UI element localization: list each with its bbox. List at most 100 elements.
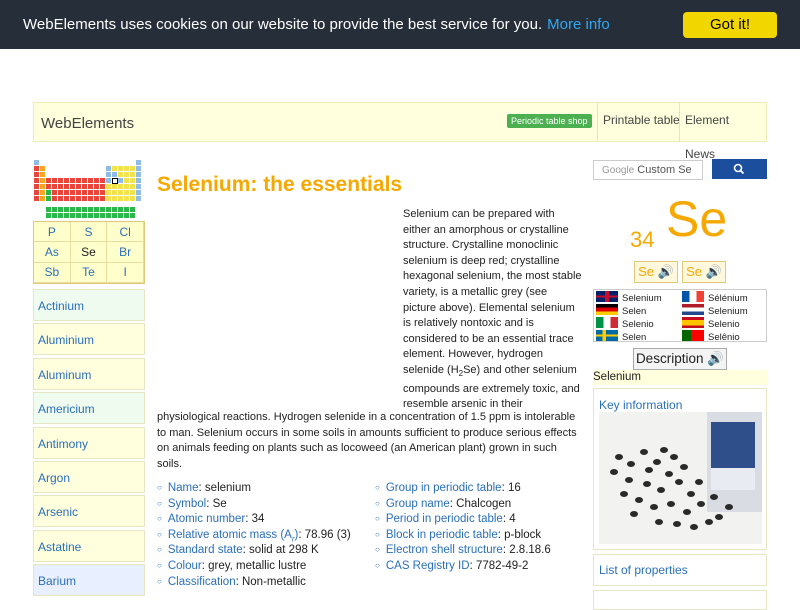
- mini-pt-cell[interactable]: [34, 196, 39, 201]
- mini-pt-cell[interactable]: [76, 178, 81, 183]
- mini-pt-cell[interactable]: [118, 207, 123, 213]
- mini-pt-cell[interactable]: [106, 207, 111, 213]
- mini-pt-cell[interactable]: [106, 172, 111, 177]
- mini-pt-cell[interactable]: [124, 207, 129, 213]
- mini-pt-cell[interactable]: [70, 213, 75, 219]
- mini-pt-cell[interactable]: [118, 196, 123, 201]
- mini-pt-cell[interactable]: [112, 196, 117, 201]
- mini-pt-cell[interactable]: [124, 166, 129, 171]
- pronounce-button-1[interactable]: Se 🔊: [634, 261, 678, 283]
- description-audio-button[interactable]: Description 🔊: [633, 348, 727, 370]
- mini-pt-cell[interactable]: [52, 190, 57, 195]
- mini-pt-cell[interactable]: [112, 190, 117, 195]
- mini-pt-cell[interactable]: [34, 172, 39, 177]
- mini-pt-cell[interactable]: [88, 178, 93, 183]
- mini-pt-cell[interactable]: [112, 213, 117, 219]
- search-button[interactable]: [712, 159, 767, 179]
- mini-pt-cell[interactable]: [136, 160, 141, 165]
- mini-pt-cell[interactable]: [94, 184, 99, 189]
- mini-pt-cell[interactable]: [64, 178, 69, 183]
- mini-pt-cell[interactable]: [52, 213, 57, 219]
- element-link-p[interactable]: P: [34, 222, 71, 243]
- element-link-te[interactable]: Te: [70, 262, 108, 283]
- mini-pt-cell[interactable]: [112, 207, 117, 213]
- mini-pt-cell[interactable]: [52, 178, 57, 183]
- sidebar-item-americium[interactable]: Americium: [33, 392, 145, 425]
- mini-pt-cell[interactable]: [100, 213, 105, 219]
- mini-pt-cell[interactable]: [118, 184, 123, 189]
- mini-pt-cell[interactable]: [100, 190, 105, 195]
- lang-portuguese[interactable]: Selênio: [682, 330, 740, 343]
- lang-spanish[interactable]: Selenio: [682, 317, 740, 330]
- mini-pt-cell[interactable]: [88, 184, 93, 189]
- mini-pt-cell[interactable]: [64, 213, 69, 219]
- mini-pt-cell[interactable]: [82, 213, 87, 219]
- mini-pt-cell[interactable]: [34, 184, 39, 189]
- mini-pt-cell[interactable]: [94, 196, 99, 201]
- mini-pt-cell[interactable]: [52, 196, 57, 201]
- mini-pt-cell[interactable]: [100, 178, 105, 183]
- mini-pt-cell[interactable]: [130, 196, 135, 201]
- mini-pt-cell[interactable]: [82, 178, 87, 183]
- element-link-cl[interactable]: Cl: [107, 222, 144, 243]
- mini-pt-cell[interactable]: [106, 184, 111, 189]
- mini-pt-cell[interactable]: [88, 213, 93, 219]
- sidebar-item-aluminium[interactable]: Aluminium: [33, 323, 145, 356]
- mini-pt-cell[interactable]: [100, 207, 105, 213]
- mini-pt-cell[interactable]: [76, 190, 81, 195]
- mini-pt-cell[interactable]: [82, 207, 87, 213]
- mini-pt-cell[interactable]: [34, 190, 39, 195]
- more-info-link[interactable]: More info: [547, 16, 610, 33]
- mini-pt-cell[interactable]: [130, 166, 135, 171]
- mini-pt-cell[interactable]: [112, 172, 117, 177]
- lang-italian[interactable]: Selenio: [596, 317, 654, 330]
- mini-pt-cell[interactable]: [100, 184, 105, 189]
- mini-pt-cell[interactable]: [112, 166, 117, 171]
- mini-pt-cell[interactable]: [46, 213, 51, 219]
- mini-pt-cell[interactable]: [130, 213, 135, 219]
- mini-pt-cell[interactable]: [64, 196, 69, 201]
- mini-pt-cell[interactable]: [130, 172, 135, 177]
- mini-pt-cell[interactable]: [118, 166, 123, 171]
- mini-pt-cell[interactable]: [124, 172, 129, 177]
- mini-pt-cell[interactable]: [118, 172, 123, 177]
- mini-pt-cell[interactable]: [52, 184, 57, 189]
- mini-pt-cell[interactable]: [136, 172, 141, 177]
- sidebar-item-barium[interactable]: Barium: [33, 564, 145, 597]
- sidebar-item-arsenic[interactable]: Arsenic: [33, 495, 145, 528]
- mini-pt-cell[interactable]: [130, 178, 135, 183]
- mini-pt-cell[interactable]: [106, 196, 111, 201]
- got-it-button[interactable]: Got it!: [683, 12, 777, 38]
- mini-pt-cell[interactable]: [70, 207, 75, 213]
- lang-french[interactable]: Sélénium: [682, 291, 748, 304]
- mini-pt-cell[interactable]: [88, 196, 93, 201]
- mini-pt-cell[interactable]: [94, 178, 99, 183]
- mini-pt-cell[interactable]: [70, 190, 75, 195]
- mini-pt-cell[interactable]: [58, 207, 63, 213]
- mini-pt-cell[interactable]: [64, 184, 69, 189]
- mini-pt-cell[interactable]: [136, 178, 141, 183]
- element-link-i[interactable]: I: [107, 262, 144, 283]
- mini-pt-cell[interactable]: [88, 190, 93, 195]
- nav-printable-table[interactable]: Printable table: [597, 103, 685, 141]
- mini-pt-cell[interactable]: [46, 196, 51, 201]
- mini-pt-cell[interactable]: [100, 196, 105, 201]
- mini-pt-cell[interactable]: [124, 213, 129, 219]
- mini-pt-cell[interactable]: [136, 196, 141, 201]
- mini-pt-cell[interactable]: [82, 196, 87, 201]
- mini-periodic-table[interactable]: [34, 160, 144, 219]
- sidebar-item-argon[interactable]: Argon: [33, 460, 145, 493]
- mini-pt-cell[interactable]: [106, 178, 111, 183]
- mini-pt-cell[interactable]: [58, 190, 63, 195]
- mini-pt-cell[interactable]: [58, 178, 63, 183]
- mini-pt-cell[interactable]: [76, 196, 81, 201]
- mini-pt-cell[interactable]: [124, 184, 129, 189]
- mini-pt-cell[interactable]: [34, 160, 39, 165]
- sidebar-item-antimony[interactable]: Antimony: [33, 426, 145, 459]
- mini-pt-cell[interactable]: [70, 196, 75, 201]
- sidebar-item-aluminum[interactable]: Aluminum: [33, 357, 145, 390]
- mini-pt-cell[interactable]: [76, 207, 81, 213]
- mini-pt-cell[interactable]: [40, 190, 45, 195]
- mini-pt-cell[interactable]: [64, 207, 69, 213]
- mini-pt-cell[interactable]: [76, 213, 81, 219]
